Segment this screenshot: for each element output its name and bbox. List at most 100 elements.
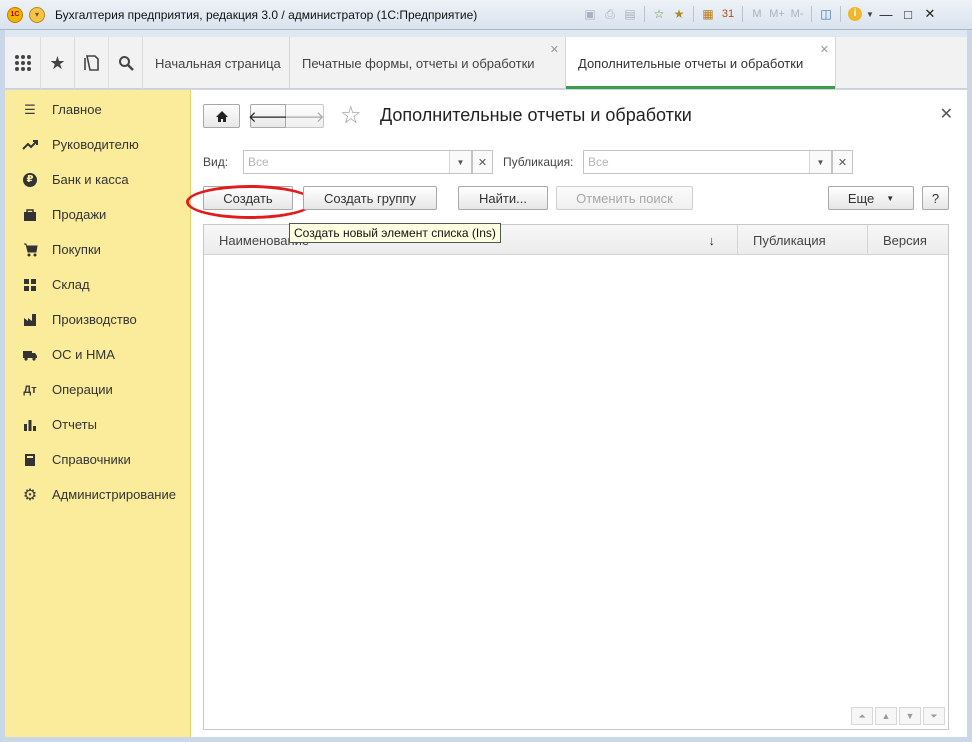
tab-home[interactable]: Начальная страница <box>143 37 290 89</box>
sidebar-item-label: Главное <box>52 102 102 117</box>
history-button[interactable] <box>75 37 109 89</box>
window-title: Бухгалтерия предприятия, редакция 3.0 / … <box>55 7 478 22</box>
list-table[interactable]: Наименование ↓ Публикация Версия ⏶ ▲ ▼ ⏷ <box>203 224 949 730</box>
tab-print-forms[interactable]: Печатные формы, отчеты и обработки ✕ <box>290 37 566 89</box>
sidebar-item-sales[interactable]: Продажи <box>5 197 190 232</box>
close-window-button[interactable]: ✕ <box>919 5 941 23</box>
scroll-up-icon[interactable]: ▲ <box>875 707 897 725</box>
info-dropdown-icon[interactable]: ▼ <box>865 5 875 23</box>
scroll-top-icon[interactable]: ⏶ <box>851 707 873 725</box>
form-area: 🡐 🡒 ☆ Дополнительные отчеты и обработки … <box>186 90 967 737</box>
operations-icon: Дт <box>23 383 37 396</box>
sidebar-item-manager[interactable]: Руководителю <box>5 127 190 162</box>
chevron-down-icon[interactable]: ▼ <box>449 151 471 173</box>
books-icon <box>22 452 38 468</box>
sidebar-item-bank[interactable]: ₽ Банк и касса <box>5 162 190 197</box>
menu-lines-icon: ☰ <box>24 101 36 117</box>
kind-label: Вид: <box>203 155 229 169</box>
column-header-version[interactable]: Версия <box>868 225 948 255</box>
scroll-bottom-icon[interactable]: ⏷ <box>923 707 945 725</box>
help-button[interactable]: ? <box>922 186 949 210</box>
more-button[interactable]: Еще ▼ <box>828 186 914 210</box>
app-logo-icon: 1С <box>7 6 23 23</box>
title-toolbar: ▣ ⎙ ▤ ☆ ★ ▦ 31 M M+ M- ◫ i ▼ — □ ✕ <box>580 5 941 23</box>
favorites-add-icon[interactable]: ☆ <box>649 5 669 23</box>
page-title: Дополнительные отчеты и обработки <box>380 105 692 125</box>
tab-label: Дополнительные отчеты и обработки <box>578 55 804 71</box>
grid-icon <box>14 55 31 71</box>
tab-close-icon[interactable]: ✕ <box>550 43 559 56</box>
tab-label: Начальная страница <box>155 55 281 71</box>
sections-panel: ☰ Главное Руководителю ₽ Банк и касса Пр… <box>5 90 191 737</box>
column-header-publication[interactable]: Публикация <box>738 225 868 255</box>
sidebar-item-label: ОС и НМА <box>52 347 115 362</box>
sidebar-item-assets[interactable]: ОС и НМА <box>5 337 190 372</box>
tab-close-icon[interactable]: ✕ <box>820 43 829 56</box>
kind-placeholder: Все <box>248 155 269 169</box>
create-tooltip: Создать новый элемент списка (Ins) <box>289 223 501 243</box>
sidebar-item-label: Продажи <box>52 207 107 222</box>
publication-placeholder: Все <box>588 155 609 169</box>
sidebar-item-operations[interactable]: Дт Операции <box>5 372 190 407</box>
sidebar-item-reports[interactable]: Отчеты <box>5 407 190 442</box>
create-group-button[interactable]: Создать группу <box>303 186 437 210</box>
sidebar-item-production[interactable]: Производство <box>5 302 190 337</box>
home-button[interactable] <box>203 104 240 128</box>
panels-icon[interactable]: ◫ <box>816 5 836 23</box>
minimize-button[interactable]: — <box>875 5 897 23</box>
info-icon[interactable]: i <box>845 5 865 23</box>
sidebar-item-label: Банк и касса <box>52 172 129 187</box>
sidebar-item-label: Производство <box>52 312 137 327</box>
publication-clear-button[interactable]: ✕ <box>832 150 853 174</box>
sidebar-item-admin[interactable]: ⚙ Администрирование <box>5 477 190 512</box>
memory-m-button[interactable]: M <box>747 5 767 23</box>
ruble-icon: ₽ <box>22 172 38 188</box>
sidebar-item-catalogs[interactable]: Справочники <box>5 442 190 477</box>
publication-field[interactable]: Все ▼ <box>583 150 832 174</box>
search-icon <box>118 56 134 71</box>
clear-icon: ✕ <box>477 156 488 169</box>
favorites-button[interactable]: ★ <box>41 37 75 89</box>
calendar-icon[interactable]: 31 <box>718 5 738 23</box>
forward-button[interactable]: 🡒 <box>284 104 325 128</box>
sidebar-item-label: Справочники <box>52 452 131 467</box>
sidebar-item-warehouse[interactable]: Склад <box>5 267 190 302</box>
more-label: Еще <box>847 190 875 206</box>
memory-plus-button[interactable]: M+ <box>767 5 787 23</box>
chevron-down-icon[interactable]: ▼ <box>809 151 831 173</box>
kind-clear-button[interactable]: ✕ <box>472 150 493 174</box>
tab-label: Печатные формы, отчеты и обработки <box>302 55 535 71</box>
publication-label: Публикация: <box>503 155 574 169</box>
add-to-favorites-star-icon[interactable]: ☆ <box>340 102 362 130</box>
cancel-search-button[interactable]: Отменить поиск <box>556 186 693 210</box>
maximize-button[interactable]: □ <box>897 5 919 23</box>
arrow-right-icon: 🡒 <box>284 108 325 126</box>
close-form-icon[interactable]: ✕ <box>940 104 953 124</box>
memory-minus-button[interactable]: M- <box>787 5 807 23</box>
find-button[interactable]: Найти... <box>458 186 548 210</box>
preview-icon[interactable]: ▤ <box>620 5 640 23</box>
window-title-bar: 1С ▾ Бухгалтерия предприятия, редакция 3… <box>0 0 972 30</box>
sidebar-item-main[interactable]: ☰ Главное <box>5 92 190 127</box>
gear-icon: ⚙ <box>22 486 38 504</box>
calculator-icon[interactable]: ▦ <box>698 5 718 23</box>
all-functions-button[interactable] <box>5 37 41 89</box>
print-icon[interactable]: ⎙ <box>600 5 620 23</box>
sidebar-item-purchases[interactable]: Покупки <box>5 232 190 267</box>
kind-field[interactable]: Все ▼ <box>243 150 472 174</box>
open-windows-bar: ★ Начальная страница Печатные формы, отч… <box>5 37 967 89</box>
scroll-down-icon[interactable]: ▼ <box>899 707 921 725</box>
bag-icon <box>22 207 38 223</box>
sidebar-item-label: Отчеты <box>52 417 97 432</box>
tab-additional-reports[interactable]: Дополнительные отчеты и обработки ✕ <box>566 37 836 89</box>
star-icon: ★ <box>49 52 66 73</box>
back-button[interactable]: 🡐 <box>248 104 288 128</box>
save-icon[interactable]: ▣ <box>580 5 600 23</box>
warehouse-icon <box>22 277 38 293</box>
sidebar-item-label: Администрирование <box>52 487 176 502</box>
search-button[interactable] <box>109 37 143 89</box>
sidebar-item-label: Руководителю <box>52 137 139 152</box>
trend-icon <box>22 137 38 153</box>
main-menu-button[interactable]: ▾ <box>29 6 45 23</box>
favorites-icon[interactable]: ★ <box>669 5 689 23</box>
